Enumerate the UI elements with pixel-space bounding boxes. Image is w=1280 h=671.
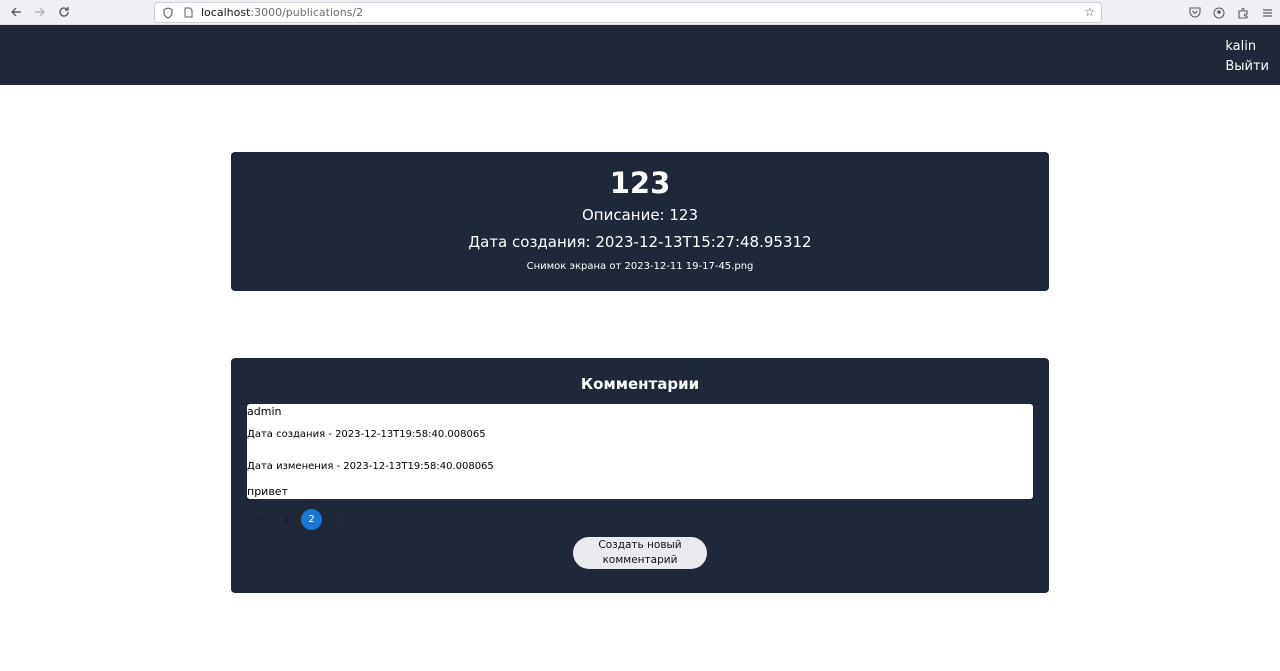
logout-link[interactable]: Выйти xyxy=(1225,57,1269,77)
browser-tools xyxy=(1188,0,1274,25)
browser-toolbar: localhost:3000/publications/2 ☆ xyxy=(0,0,1280,25)
publication-description: Описание: 123 xyxy=(581,206,699,224)
shield-icon[interactable] xyxy=(161,6,175,20)
reload-icon[interactable] xyxy=(52,0,76,25)
next-page-icon[interactable]: › xyxy=(326,509,347,530)
back-arrow-icon[interactable] xyxy=(4,0,28,25)
page-2-button[interactable]: 2 xyxy=(301,508,322,530)
prev-page-icon[interactable]: ‹ xyxy=(251,509,272,530)
publication-created-date: Дата создания: 2023-12-13T15:27:48.95312 xyxy=(468,233,812,251)
page-icon[interactable] xyxy=(181,6,195,20)
forward-arrow-icon[interactable] xyxy=(28,0,52,25)
publication-card: 123 Описание: 123 Дата создания: 2023-12… xyxy=(231,152,1049,291)
address-bar[interactable]: localhost:3000/publications/2 ☆ xyxy=(154,2,1102,23)
bookmark-star-icon[interactable]: ☆ xyxy=(1084,5,1095,19)
publication-file-name[interactable]: Снимок экрана от 2023-12-11 19-17-45.png xyxy=(231,261,1049,272)
menu-icon[interactable] xyxy=(1260,6,1274,20)
publication-title: 123 xyxy=(609,166,671,200)
account-icon[interactable] xyxy=(1212,6,1226,20)
url-text: localhost:3000/publications/2 xyxy=(201,6,363,19)
username: kalin xyxy=(1225,39,1257,54)
comment-updated-date: Дата изменения - 2023-12-13T19:58:40.008… xyxy=(247,461,494,472)
pocket-icon[interactable] xyxy=(1188,6,1202,20)
comment-item: admin Дата создания - 2023-12-13T19:58:4… xyxy=(247,404,1033,499)
comments-card: Комментарии admin Дата создания - 2023-1… xyxy=(231,358,1049,593)
url-path: :3000/publications/2 xyxy=(250,6,364,19)
page-1-button[interactable]: 1 xyxy=(276,509,297,530)
create-comment-button[interactable]: Создать новый комментарий xyxy=(573,537,707,569)
extensions-icon[interactable] xyxy=(1236,6,1250,20)
comment-created-date: Дата создания - 2023-12-13T19:58:40.0080… xyxy=(247,429,486,440)
comment-text: привет xyxy=(247,485,288,498)
user-box: kalin Выйти xyxy=(1225,37,1269,77)
comment-author: admin xyxy=(247,405,282,418)
url-host: localhost xyxy=(201,6,251,19)
app-header: kalin Выйти xyxy=(0,25,1280,85)
pagination: ‹ 1 2 › xyxy=(251,508,351,530)
comments-title: Комментарии xyxy=(580,375,700,393)
